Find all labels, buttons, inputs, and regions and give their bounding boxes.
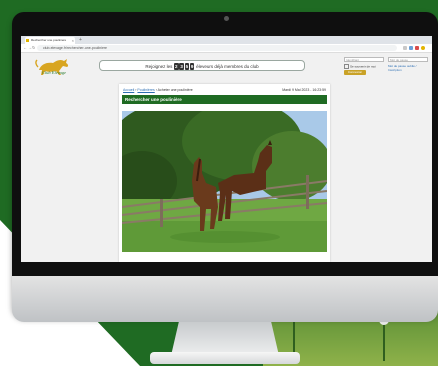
forgot-password-link[interactable]: Mot de passe oublié / Inscription <box>388 64 430 72</box>
screen: Rechercher une pouliniere × + ← → ↻ club… <box>21 36 432 262</box>
tab-title: Rechercher une pouliniere <box>31 38 67 42</box>
counter-digit: 5 <box>184 63 190 71</box>
profile-icon[interactable] <box>421 46 425 50</box>
members-counter: Rejoignez les 2359 éleveurs déjà membres… <box>99 60 305 71</box>
browser-tab-bar: Rechercher une pouliniere × + <box>21 36 432 44</box>
page-title: Rechercher une poulinière <box>122 95 327 104</box>
monitor-chin <box>12 276 438 322</box>
url-input[interactable]: club-elevage.fr/rechercher-une-poulinier… <box>37 45 397 51</box>
breadcrumb-section[interactable]: Poulinières <box>137 88 154 92</box>
remember-me-label: Se souvenir de moi <box>350 64 376 69</box>
login-password-field[interactable]: Mot de passe <box>388 57 428 62</box>
counter-digit: 3 <box>179 63 184 71</box>
address-bar: ← → ↻ club-elevage.fr/rechercher-une-pou… <box>21 44 432 53</box>
reload-icon[interactable]: ↻ <box>32 45 35 51</box>
login-button[interactable]: Connexion <box>344 70 366 75</box>
breadcrumb-current: Acheter une poulinière <box>157 88 193 92</box>
login-email-field[interactable]: Identifiant <box>344 57 384 62</box>
extension-icon[interactable] <box>409 46 413 50</box>
camera-icon <box>224 16 229 21</box>
counter-suffix: éleveurs déjà membres du club <box>196 64 259 69</box>
monitor-base <box>150 352 300 364</box>
counter-prefix: Rejoignez les <box>145 64 173 69</box>
star-icon[interactable] <box>403 46 407 50</box>
breadcrumb: Accueil › Poulinières › Acheter une poul… <box>123 88 193 92</box>
remember-me-checkbox[interactable]: Se souvenir de moi <box>344 64 376 69</box>
new-tab-button[interactable]: + <box>79 37 82 43</box>
favicon-icon <box>26 39 29 42</box>
mare-and-foal-photo <box>122 111 327 252</box>
tab-close-icon[interactable]: × <box>72 37 74 44</box>
content-panel: Accueil › Poulinières › Acheter une poul… <box>119 84 330 262</box>
extension-icon[interactable] <box>415 46 419 50</box>
browser-tab[interactable]: Rechercher une pouliniere × <box>25 37 75 44</box>
counter-digit: 9 <box>189 63 195 71</box>
site-header: Club Elevage Rejoignez les 2359 éleveurs… <box>21 53 432 83</box>
logo-text: Club Elevage <box>41 70 67 75</box>
current-datetime: Mardi 9 Mai 2023 - 16:23:59 <box>282 88 326 92</box>
login-form: Identifiant Mot de passe Se souvenir de … <box>344 57 430 82</box>
breadcrumb-home[interactable]: Accueil <box>123 88 134 92</box>
back-icon[interactable]: ← <box>23 45 27 51</box>
counter-digit: 2 <box>174 63 179 71</box>
